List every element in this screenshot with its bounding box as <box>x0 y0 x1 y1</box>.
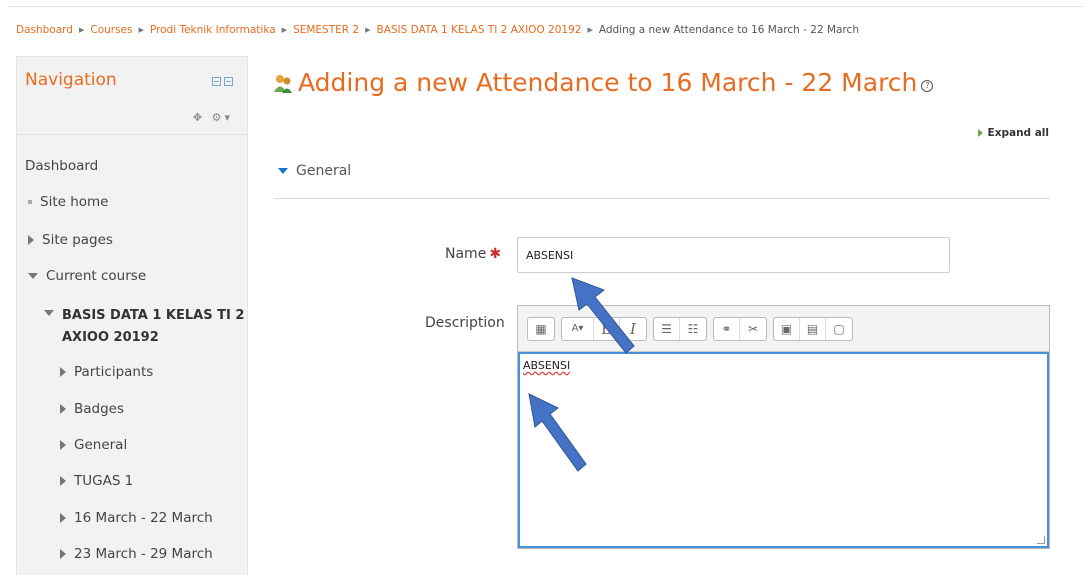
nav-item-week-16-march[interactable]: 16 March - 22 March <box>60 510 213 526</box>
image-icon[interactable]: ▣ <box>774 317 800 340</box>
bullet-icon <box>28 200 32 204</box>
file-icon[interactable]: ▢ <box>826 318 852 340</box>
toolbar-group: ⚭ ✂ <box>713 316 767 341</box>
expand-all-link[interactable]: Expand all <box>977 127 1049 139</box>
collapse-arrow-icon <box>28 273 38 279</box>
required-icon: ✱ <box>489 246 502 262</box>
link-icon[interactable]: ⚭ <box>714 317 740 340</box>
resize-handle-icon[interactable] <box>1037 536 1045 544</box>
nav-item-badges[interactable]: Badges <box>60 401 124 417</box>
section-general-label: General <box>296 163 352 179</box>
nav-item-current-course[interactable]: Current course <box>28 268 146 284</box>
unordered-list-icon[interactable]: ☰ <box>654 317 680 340</box>
breadcrumb-separator-icon: ▶ <box>281 26 288 34</box>
section-general-header[interactable]: General <box>278 163 351 179</box>
annotation-arrow-icon <box>571 277 635 354</box>
breadcrumb-separator-icon: ▶ <box>78 26 85 34</box>
breadcrumb-semester[interactable]: SEMESTER 2 <box>293 24 359 36</box>
breadcrumb-separator-icon: ▶ <box>587 26 593 34</box>
expand-arrow-icon <box>28 235 34 245</box>
nav-item-label: TUGAS 1 <box>74 473 134 489</box>
description-text: ABSENSI <box>523 359 571 372</box>
nav-item-label: Site home <box>40 194 109 210</box>
toolbar-group: ▦ <box>527 316 555 341</box>
expand-arrow-icon <box>60 440 66 450</box>
expand-arrow-icon <box>60 476 66 486</box>
toolbar-group: ▣ ▤ ▢ <box>773 316 853 341</box>
breadcrumb-current: Adding a new Attendance to 16 March - 22… <box>598 24 859 36</box>
nav-course-line-2: AXIOO 20192 <box>62 330 159 345</box>
name-label-text: Name <box>445 246 487 262</box>
collapse-arrow-icon <box>278 168 288 174</box>
media-icon[interactable]: ▤ <box>800 317 826 340</box>
nav-item-label: Participants <box>74 364 154 380</box>
attendance-icon <box>274 74 292 93</box>
expand-arrow-icon <box>977 129 983 137</box>
expand-arrow-icon <box>60 513 66 523</box>
dock-block-icon[interactable] <box>212 77 233 86</box>
toolbar-group: ☰ ☷ <box>653 316 707 341</box>
name-label: Name ✱ <box>445 246 501 262</box>
navigation-title: Navigation <box>25 70 117 90</box>
nav-item-label: 16 March - 22 March <box>74 510 213 526</box>
nav-item-site-home[interactable]: Site home <box>28 194 108 210</box>
nav-item-tugas-1[interactable]: TUGAS 1 <box>60 473 133 489</box>
expand-all-label: Expand all <box>987 127 1049 139</box>
ordered-list-icon[interactable]: ☷ <box>680 318 706 340</box>
top-divider <box>8 6 1083 7</box>
navigation-divider <box>17 134 247 135</box>
expand-arrow-icon <box>60 367 66 377</box>
expand-arrow-icon <box>60 549 66 559</box>
section-divider <box>274 198 1050 199</box>
breadcrumb-separator-icon: ▶ <box>365 26 371 34</box>
page-title: Adding a new Attendance to 16 March - 22… <box>272 68 934 97</box>
page-title-text: Adding a new Attendance to 16 March - 22… <box>298 68 918 97</box>
nav-course-line-1: BASIS DATA 1 KELAS TI 2 <box>62 308 245 323</box>
move-gear-icon[interactable]: ✥ ⚙▾ <box>193 111 233 124</box>
navigation-block: Navigation ✥ ⚙▾ Dashboard Site home Site… <box>16 56 248 575</box>
expand-arrow-icon <box>60 404 66 414</box>
description-label: Description <box>425 315 505 331</box>
nav-item-label: Dashboard <box>25 158 99 174</box>
nav-item-label: General <box>74 437 128 453</box>
breadcrumb-course[interactable]: BASIS DATA 1 KELAS TI 2 AXIOO 20192 <box>376 24 581 36</box>
name-input[interactable] <box>517 237 950 273</box>
nav-item-label: Badges <box>74 401 125 417</box>
nav-item-participants[interactable]: Participants <box>60 364 153 380</box>
breadcrumb: Dashboard ▶ Courses ▶ Prodi Teknik Infor… <box>16 22 859 38</box>
nav-item-course[interactable]: BASIS DATA 1 KELAS TI 2 AXIOO 20192 <box>44 305 244 349</box>
nav-item-label: Current course <box>46 268 147 284</box>
nav-item-general[interactable]: General <box>60 437 127 453</box>
breadcrumb-dashboard[interactable]: Dashboard <box>16 24 73 36</box>
nav-item-week-23-march[interactable]: 23 March - 29 March <box>60 546 213 562</box>
nav-item-label: 23 March - 29 March <box>74 546 213 562</box>
toolbar-toggle-icon[interactable]: ▦ <box>528 318 554 340</box>
nav-item-site-pages[interactable]: Site pages <box>28 232 113 248</box>
collapse-arrow-icon <box>44 310 54 316</box>
breadcrumb-separator-icon: ▶ <box>138 26 144 34</box>
description-textarea[interactable]: ABSENSI <box>518 352 1049 548</box>
breadcrumb-courses[interactable]: Courses <box>90 24 132 36</box>
nav-item-label: Site pages <box>42 232 113 248</box>
breadcrumb-prodi[interactable]: Prodi Teknik Informatika <box>150 24 276 36</box>
unlink-icon[interactable]: ✂ <box>740 318 766 340</box>
annotation-arrow-icon <box>528 393 587 472</box>
nav-item-dashboard[interactable]: Dashboard <box>25 158 98 174</box>
help-icon[interactable]: ? <box>921 79 934 92</box>
